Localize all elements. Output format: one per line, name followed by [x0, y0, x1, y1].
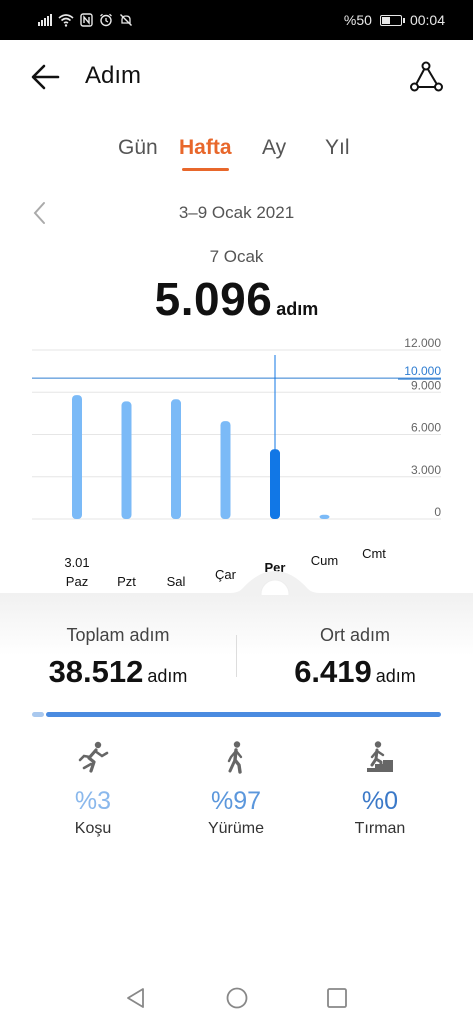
y-tick-label: 9.000: [411, 378, 441, 392]
battery-percent: %50: [343, 12, 372, 28]
bar: [72, 395, 82, 519]
walking-percent: %97: [210, 787, 262, 815]
average-unit: adım: [375, 666, 416, 686]
climbing-percent: %0: [361, 787, 399, 815]
selected-steps: 5.096 adım: [0, 272, 473, 326]
activity-walking: %97 Yürüme: [176, 740, 296, 838]
total-label: Toplam adım: [66, 625, 170, 645]
wifi-icon: [58, 14, 74, 27]
y-tick-label: 0: [434, 505, 441, 519]
average-steps-stat: Ort adım 6.419 adım: [237, 625, 473, 690]
activity-running: %3 Koşu: [33, 740, 153, 838]
page-title: Adım: [85, 62, 142, 89]
running-label: Koşu: [74, 820, 112, 837]
triangle-back-icon[interactable]: [123, 985, 149, 1011]
climbing-label: Tırman: [354, 820, 406, 837]
status-icons: [38, 11, 133, 29]
total-steps-stat: Toplam adım 38.512 adım: [0, 625, 236, 690]
steps-unit: adım: [276, 299, 319, 319]
arrow-left-icon[interactable]: [28, 60, 66, 94]
y-tick-label: 6.000: [411, 421, 441, 435]
bar: [220, 421, 231, 519]
x-tick-label: Pzt: [117, 574, 136, 589]
bar-chart: 12.000 9.000 6.000 3.000 0 10.000 Paz Pzt Sal Çar…: [0, 336, 473, 595]
bar: [121, 401, 132, 519]
clock: 00:04: [409, 12, 445, 28]
tab-month[interactable]: Ay: [262, 136, 286, 172]
running-person-icon: [78, 741, 109, 773]
date-navigation: 3–9 Ocak 2021: [0, 200, 473, 228]
nfc-icon: [80, 13, 93, 27]
activity-ratio-bar: [32, 712, 441, 717]
total-unit: adım: [147, 666, 188, 686]
walking-person-icon: [227, 741, 243, 774]
tab-week[interactable]: Hafta: [179, 136, 232, 172]
battery-icon: [379, 14, 405, 26]
running-ratio: [32, 712, 45, 717]
period-tabs: Gün Hafta Ay Yıl: [0, 136, 473, 176]
bar: [171, 399, 181, 519]
x-tick-label: Cmt: [362, 546, 386, 561]
nodes-share-icon[interactable]: [409, 60, 445, 94]
system-navigation-bar: [0, 975, 473, 1024]
y-tick-label: 12.000: [404, 336, 441, 350]
climbing-stairs-icon: [367, 741, 393, 772]
walking-label: Yürüme: [207, 820, 265, 837]
selected-day: 7 Ocak: [209, 247, 264, 266]
signal-icon: [38, 14, 52, 26]
circle-home-icon[interactable]: [224, 985, 250, 1011]
square-recent-icon[interactable]: [324, 985, 350, 1011]
x-tick-label: Sal: [167, 574, 186, 589]
tab-year[interactable]: Yıl: [325, 136, 350, 172]
y-tick-label: 3.000: [411, 463, 441, 477]
summary-panel: Toplam adım 38.512 adım Ort adım 6.419 adı…: [0, 595, 473, 955]
first-date-label: 3.01: [64, 555, 89, 570]
average-value: 6.419: [294, 654, 372, 689]
active-tab-indicator: [182, 168, 229, 171]
status-right: %50 00:04: [344, 11, 445, 29]
goal-label: 10.000: [404, 364, 441, 378]
alarm-icon: [100, 13, 112, 27]
running-percent: %3: [74, 787, 112, 815]
status-bar: %50 00:04: [0, 0, 473, 40]
tab-day[interactable]: Gün: [118, 136, 158, 172]
steps-count: 5.096: [154, 273, 273, 325]
weekly-steps-chart[interactable]: 12.000 9.000 6.000 3.000 0 10.000 Paz Pzt Sal Çar…: [0, 335, 473, 595]
walking-ratio: [46, 712, 441, 717]
average-label: Ort adım: [319, 625, 390, 645]
x-tick-label: Çar: [215, 567, 237, 582]
activity-climbing: %0 Tırman: [320, 740, 440, 838]
mute-icon: [120, 14, 132, 26]
bar: [319, 514, 330, 519]
total-value: 38.512: [48, 654, 144, 689]
bar-selected: [270, 449, 280, 519]
date-range: 3–9 Ocak 2021: [178, 203, 295, 222]
app-header: Adım: [0, 40, 473, 114]
x-tick-label: Cum: [311, 553, 338, 568]
x-tick-label: Paz: [66, 574, 88, 589]
